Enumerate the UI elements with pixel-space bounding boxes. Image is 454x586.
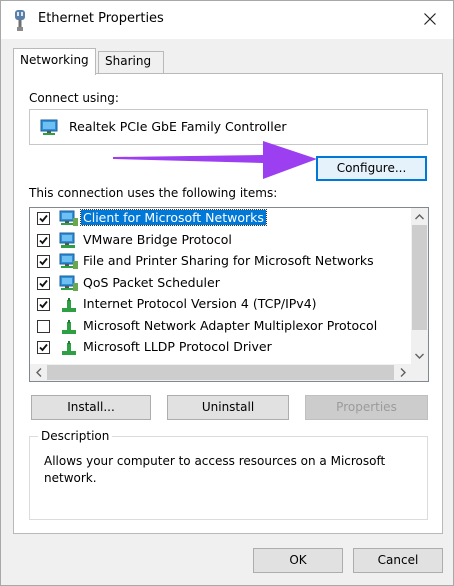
close-icon	[424, 12, 436, 28]
horizontal-scrollbar[interactable]	[30, 364, 411, 381]
scrollbar-corner	[411, 364, 428, 381]
tab-networking[interactable]: Networking	[13, 48, 96, 75]
network-client-icon	[59, 253, 79, 271]
vertical-scrollbar[interactable]	[411, 208, 428, 364]
item-checkbox[interactable]	[37, 255, 50, 268]
configure-button[interactable]: Configure...	[316, 156, 427, 181]
scroll-up-icon[interactable]	[411, 208, 428, 225]
item-checkbox[interactable]	[37, 212, 50, 225]
list-item[interactable]: QoS Packet Scheduler	[30, 273, 411, 295]
close-button[interactable]	[407, 1, 453, 39]
network-client-icon	[59, 275, 79, 293]
list-item[interactable]: Microsoft LLDP Protocol Driver	[30, 337, 411, 359]
description-text: Allows your computer to access resources…	[44, 454, 386, 485]
window-title: Ethernet Properties	[38, 11, 164, 26]
protocol-icon	[59, 318, 79, 336]
list-item[interactable]: VMware Bridge Protocol	[30, 230, 411, 252]
network-service-icon	[59, 232, 79, 250]
connect-using-label: Connect using:	[29, 91, 119, 105]
list-item[interactable]: Internet Protocol Version 4 (TCP/IPv4)	[30, 294, 411, 316]
item-label: Client for Microsoft Networks	[80, 209, 267, 226]
network-plug-icon	[13, 10, 27, 32]
list-item[interactable]: File and Printer Sharing for Microsoft N…	[30, 251, 411, 273]
components-list[interactable]: Client for Microsoft Networks VMware Brid…	[29, 207, 429, 382]
install-button[interactable]: Install...	[31, 395, 151, 420]
item-checkbox[interactable]	[37, 233, 50, 247]
scroll-right-icon[interactable]	[394, 364, 411, 381]
scroll-left-icon[interactable]	[30, 364, 47, 381]
list-item[interactable]: Microsoft Network Adapter Multiplexor Pr…	[30, 316, 411, 338]
description-group: Description Allows your computer to acce…	[29, 429, 428, 520]
item-label: VMware Bridge Protocol	[83, 231, 232, 247]
protocol-icon	[59, 296, 79, 314]
uninstall-button[interactable]: Uninstall	[167, 395, 289, 420]
item-checkbox[interactable]	[37, 319, 50, 333]
ethernet-properties-dialog: Ethernet Properties Networking Sharing C…	[0, 0, 454, 586]
components-list-items: Client for Microsoft Networks VMware Brid…	[30, 208, 411, 359]
description-legend: Description	[38, 429, 113, 443]
item-checkbox[interactable]	[37, 298, 50, 311]
annotation-arrow-icon	[113, 141, 317, 179]
ok-button[interactable]: OK	[253, 548, 343, 573]
vertical-scroll-thumb[interactable]	[412, 225, 427, 330]
item-label: Microsoft Network Adapter Multiplexor Pr…	[83, 317, 378, 333]
horizontal-scroll-thumb[interactable]	[47, 365, 394, 380]
item-checkbox[interactable]	[37, 276, 50, 290]
tab-sharing[interactable]: Sharing	[98, 51, 164, 74]
item-label: QoS Packet Scheduler	[83, 274, 220, 290]
item-label: Internet Protocol Version 4 (TCP/IPv4)	[83, 296, 317, 311]
properties-button: Properties	[305, 395, 428, 420]
protocol-icon	[59, 339, 79, 357]
cancel-button[interactable]: Cancel	[353, 548, 443, 573]
item-checkbox[interactable]	[37, 341, 50, 354]
network-client-icon	[59, 210, 79, 228]
list-item[interactable]: Client for Microsoft Networks	[30, 208, 411, 230]
item-label: Microsoft LLDP Protocol Driver	[83, 339, 272, 354]
item-label: File and Printer Sharing for Microsoft N…	[83, 253, 374, 268]
adapter-name: Realtek PCIe GbE Family Controller	[69, 119, 287, 134]
network-adapter-icon	[40, 119, 60, 137]
scroll-down-icon[interactable]	[411, 347, 428, 364]
title-bar: Ethernet Properties	[1, 1, 453, 39]
